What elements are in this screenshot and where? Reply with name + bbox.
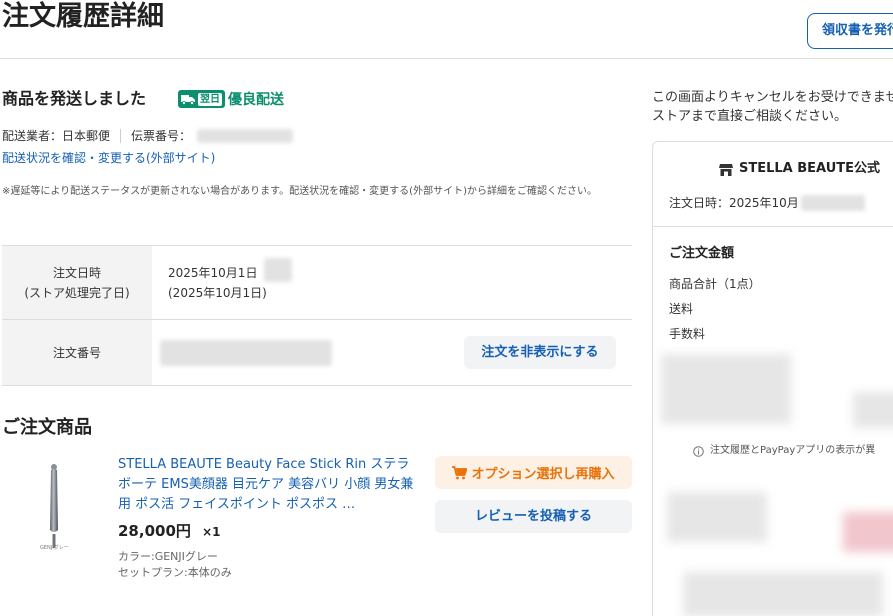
- side-order-date-redacted: [800, 195, 865, 211]
- order-date-row: 注文日時 (ストア処理完了日) 2025年10月1日 (2025年10月1日): [2, 246, 632, 320]
- delivery-badge: 翌日 優良配送: [178, 89, 284, 109]
- order-number-value: 注文を非表示にする: [152, 320, 632, 385]
- delay-note: ※遅延等により配送ステータスが更新されない場合があります。配送状況を確認・変更す…: [2, 186, 597, 197]
- cancel-note-line2: ストアまで直接ご相談ください。: [652, 109, 848, 124]
- redacted-block-2: [853, 392, 893, 428]
- app-display-note-text: 注文履歴とPayPayアプリの表示が異: [710, 445, 876, 456]
- tracking-number-redacted: [197, 129, 294, 143]
- app-display-note: 注文履歴とPayPayアプリの表示が異: [693, 444, 875, 458]
- carrier-separator: [120, 129, 122, 143]
- redacted-block-1: [661, 354, 791, 424]
- cart-icon: [452, 465, 468, 480]
- redacted-block-3: [667, 492, 767, 542]
- cancel-note: この画面よりキャンセルをお受けできませ ストアまで直接ご相談ください。: [652, 88, 893, 126]
- order-date-label-line1: 注文日時: [52, 265, 101, 280]
- order-date-label: 注文日時 (ストア処理完了日): [2, 246, 152, 319]
- track-shipment-link[interactable]: 配送状況を確認・変更する(外部サイト): [2, 150, 215, 166]
- product-set-plan: セットプラン:本体のみ: [118, 566, 232, 579]
- order-date-value: 2025年10月1日 (2025年10月1日): [152, 246, 632, 319]
- store-icon: [719, 163, 739, 176]
- shipping-fee-row: 送料: [669, 301, 893, 317]
- info-icon: [693, 445, 704, 457]
- product-image[interactable]: GENJIグレー: [30, 458, 88, 558]
- carrier-label: 配送業者：日本郵便: [2, 129, 111, 143]
- write-review-button[interactable]: レビューを投稿する: [435, 500, 632, 533]
- order-number-row: 注文番号 注文を非表示にする: [2, 320, 632, 386]
- order-time-redacted: [264, 258, 292, 282]
- store-name-label: STELLA BEAUTE公式: [739, 161, 881, 176]
- product-name-link[interactable]: STELLA BEAUTE Beauty Face Stick Rin ステラボ…: [118, 455, 418, 515]
- order-total-title: ご注文金額: [669, 246, 735, 261]
- badge-text: 優良配送: [228, 92, 284, 108]
- product-color: カラー:GENJIグレー: [118, 550, 218, 563]
- order-date-value-line1: 2025年10月1日: [168, 265, 258, 280]
- shipping-fee-label: 送料: [669, 302, 694, 316]
- product-price-value: 28,000円: [118, 522, 191, 540]
- handling-fee-label: 手数料: [669, 327, 706, 341]
- cancel-note-line1: この画面よりキャンセルをお受けできませ: [652, 90, 893, 105]
- store-name[interactable]: STELLA BEAUTE公式: [719, 160, 880, 178]
- subtotal-row: 商品合計（1点） 28: [669, 276, 893, 292]
- tracking-label: 伝票番号：: [131, 129, 192, 143]
- redacted-block-5: [683, 572, 883, 616]
- order-number-redacted: [160, 339, 332, 366]
- order-summary-card: STELLA BEAUTE公式 注文日時：2025年10月 ご注文金額 商品合計…: [652, 141, 893, 616]
- order-info-table: 注文日時 (ストア処理完了日) 2025年10月1日 (2025年10月1日) …: [2, 245, 632, 386]
- side-order-date: 注文日時：2025年10月: [669, 194, 865, 212]
- handling-fee-row: 手数料: [669, 326, 893, 342]
- header-divider: [0, 58, 893, 59]
- shipping-status-title: 商品を発送しました: [2, 89, 147, 108]
- product-quantity: ×1: [202, 525, 221, 539]
- product-price: 28,000円 ×1: [118, 520, 221, 543]
- product-options: カラー:GENJIグレー セットプラン:本体のみ: [118, 549, 232, 581]
- order-date-label-line2: (ストア処理完了日): [24, 285, 130, 300]
- hide-order-button[interactable]: 注文を非表示にする: [464, 336, 616, 369]
- carrier-info: 配送業者：日本郵便 伝票番号：: [2, 128, 294, 144]
- receipt-button[interactable]: 領収書を発行: [807, 13, 893, 49]
- subtotal-label: 商品合計（1点）: [669, 277, 761, 291]
- badge-tag: 翌日: [198, 92, 222, 106]
- product-image-caption: GENJIグレー: [40, 545, 69, 551]
- side-divider: [653, 226, 893, 227]
- rebuy-button-label: オプション選択し再購入: [471, 467, 615, 482]
- page-title: 注文履歴詳細: [2, 1, 164, 32]
- truck-icon: 翌日: [178, 90, 225, 108]
- side-order-date-label: 注文日時：2025年10月: [669, 196, 799, 210]
- rebuy-with-options-button[interactable]: オプション選択し再購入: [435, 456, 632, 489]
- products-section-title: ご注文商品: [2, 417, 92, 438]
- redacted-block-4: [843, 512, 893, 552]
- order-date-value-line2: (2025年10月1日): [168, 285, 267, 300]
- order-number-label: 注文番号: [2, 320, 152, 385]
